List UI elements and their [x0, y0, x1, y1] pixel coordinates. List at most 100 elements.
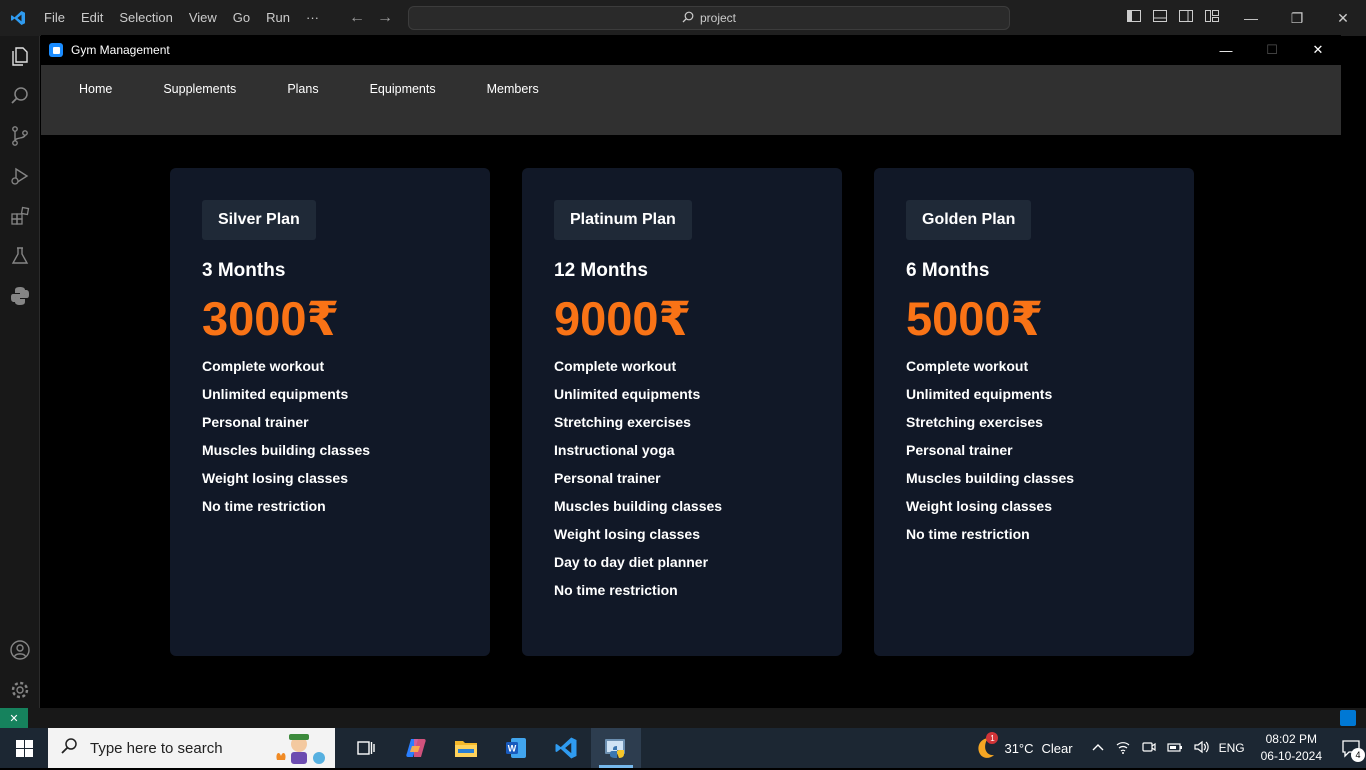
vscode-window-controls: — ❐ ✕: [1228, 0, 1366, 36]
feature-item: Unlimited equipments: [202, 386, 349, 402]
feature-item: No time restriction: [906, 526, 1030, 542]
vscode-status-bar: ✕: [0, 708, 1366, 728]
feature-item: Unlimited equipments: [554, 386, 701, 402]
close-icon[interactable]: ✕: [1320, 0, 1366, 36]
notifications-bell-icon[interactable]: [1340, 710, 1356, 726]
back-arrow-icon[interactable]: ←: [349, 9, 365, 27]
feature-item: Day to day diet planner: [554, 554, 709, 570]
feature-item: Muscles building classes: [202, 442, 371, 458]
windows-taskbar: Type here to search W 1 31°C Clear ENG 0…: [0, 728, 1366, 768]
copilot-icon[interactable]: [391, 728, 441, 768]
feature-item: Personal trainer: [554, 470, 661, 486]
app-logo-icon: [49, 43, 63, 57]
menu-view[interactable]: View: [181, 0, 225, 36]
battery-icon[interactable]: [1166, 739, 1183, 758]
nav-home[interactable]: Home: [79, 82, 112, 96]
forward-arrow-icon[interactable]: →: [377, 9, 393, 27]
search-view-icon[interactable]: [8, 84, 32, 108]
feature-item: Weight losing classes: [554, 526, 701, 542]
feature-item: Personal trainer: [202, 414, 309, 430]
app-close-icon[interactable]: ✕: [1295, 35, 1341, 65]
plan-name: Platinum Plan: [554, 200, 692, 240]
plan-duration: 6 Months: [906, 260, 990, 281]
plan-duration: 12 Months: [554, 260, 648, 281]
taskbar-clock[interactable]: 08:02 PM 06-10-2024: [1261, 731, 1322, 765]
app-title: Gym Management: [71, 43, 170, 57]
python-icon[interactable]: [8, 284, 32, 308]
accounts-icon[interactable]: [8, 638, 32, 662]
source-control-icon[interactable]: [8, 124, 32, 148]
nav-supplements[interactable]: Supplements: [163, 82, 236, 96]
menu-edit[interactable]: Edit: [73, 0, 111, 36]
svg-text:W: W: [508, 744, 517, 754]
testing-flask-icon[interactable]: [8, 244, 32, 268]
plan-name: Silver Plan: [202, 200, 316, 240]
vscode-logo-icon: [0, 0, 36, 36]
volume-icon[interactable]: [1193, 739, 1209, 758]
app-window-controls: — ☐ ✕: [1203, 35, 1341, 65]
customize-layout-icon[interactable]: [1204, 8, 1220, 24]
weather-widget[interactable]: 1 31°C Clear: [970, 732, 1073, 761]
notification-count-badge: 4: [1351, 748, 1365, 762]
search-icon: [682, 11, 694, 26]
restore-icon[interactable]: ❐: [1274, 0, 1320, 36]
extensions-icon[interactable]: [8, 204, 32, 228]
python-app-taskbar-icon[interactable]: [591, 728, 641, 768]
menu-go[interactable]: Go: [225, 0, 258, 36]
search-label: project: [699, 11, 737, 25]
vscode-activity-bar: [0, 36, 40, 708]
plan-features: Complete workout Unlimited equipments St…: [554, 352, 810, 604]
plan-duration: 3 Months: [202, 260, 286, 281]
plan-features: Complete workout Unlimited equipments Pe…: [202, 352, 458, 520]
weather-condition: Clear: [1041, 740, 1073, 756]
word-icon[interactable]: W: [491, 728, 541, 768]
gym-management-window: Gym Management — ☐ ✕ Home Supplements Pl…: [41, 35, 1341, 708]
feature-item: Complete workout: [554, 358, 677, 374]
menu-more[interactable]: ···: [298, 0, 327, 36]
run-debug-icon[interactable]: [8, 164, 32, 188]
windows-start-icon[interactable]: [0, 728, 48, 768]
nav-members[interactable]: Members: [487, 82, 539, 96]
menu-selection[interactable]: Selection: [111, 0, 180, 36]
command-center-search[interactable]: project: [408, 6, 1010, 30]
input-language[interactable]: ENG: [1219, 741, 1245, 755]
plan-card-golden: Golden Plan 6 Months 5000₹ Complete work…: [874, 168, 1194, 656]
weather-temperature: 31°C: [1004, 740, 1034, 756]
toggle-primary-sidebar-icon[interactable]: [1126, 8, 1142, 24]
toggle-secondary-sidebar-icon[interactable]: [1178, 8, 1194, 24]
toggle-panel-icon[interactable]: [1152, 8, 1168, 24]
notification-center-icon[interactable]: 4: [1336, 728, 1366, 768]
feature-item: No time restriction: [554, 582, 678, 598]
minimize-icon[interactable]: —: [1228, 0, 1274, 36]
menu-file[interactable]: File: [36, 0, 73, 36]
plan-card-platinum: Platinum Plan 12 Months 9000₹ Complete w…: [522, 168, 842, 656]
network-icon[interactable]: [1115, 739, 1131, 758]
remote-indicator-icon[interactable]: ✕: [0, 708, 28, 728]
explorer-icon[interactable]: [8, 44, 32, 68]
taskbar-apps: W: [341, 728, 641, 768]
vscode-history-nav: ← →: [349, 9, 393, 27]
plan-price: 3000₹: [202, 292, 340, 345]
taskbar-search-box[interactable]: Type here to search: [48, 728, 335, 768]
file-explorer-icon[interactable]: [441, 728, 491, 768]
task-view-icon[interactable]: [341, 728, 391, 768]
meet-now-icon[interactable]: [1141, 739, 1157, 758]
nav-plans[interactable]: Plans: [287, 82, 318, 96]
plan-features: Complete workout Unlimited equipments St…: [906, 352, 1162, 548]
feature-item: Unlimited equipments: [906, 386, 1053, 402]
feature-item: Weight losing classes: [202, 470, 349, 486]
feature-item: Instructional yoga: [554, 442, 675, 458]
plan-price: 5000₹: [906, 292, 1044, 345]
vscode-menubar: File Edit Selection View Go Run ···: [36, 0, 327, 36]
show-hidden-icons-chevron-icon[interactable]: [1091, 740, 1105, 757]
clock-date: 06-10-2024: [1260, 749, 1322, 763]
menu-run[interactable]: Run: [258, 0, 298, 36]
vscode-taskbar-icon[interactable]: [541, 728, 591, 768]
nav-equipments[interactable]: Equipments: [370, 82, 436, 96]
feature-item: Personal trainer: [906, 442, 1013, 458]
app-minimize-icon[interactable]: —: [1203, 35, 1249, 65]
plans-section: Silver Plan 3 Months 3000₹ Complete work…: [41, 135, 1341, 708]
feature-item: Complete workout: [906, 358, 1029, 374]
feature-item: No time restriction: [202, 498, 326, 514]
settings-gear-icon[interactable]: [8, 678, 32, 702]
